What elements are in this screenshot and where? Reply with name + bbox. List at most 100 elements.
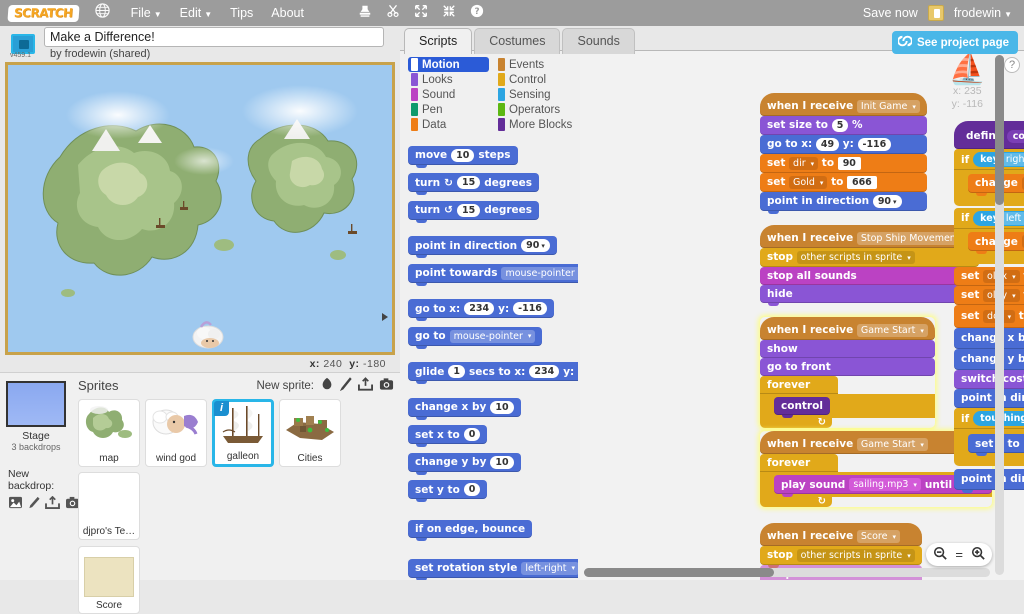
grow-icon[interactable] xyxy=(414,4,428,23)
category-sound[interactable]: Sound xyxy=(408,87,489,102)
rotation-style-dropdown[interactable]: left-right xyxy=(521,562,578,575)
message-dropdown[interactable]: Score xyxy=(857,530,900,543)
category-operators[interactable]: Operators xyxy=(495,102,576,117)
block-input[interactable]: 666 xyxy=(847,176,877,189)
block-input[interactable]: 5 xyxy=(832,119,849,132)
block-switch-costume[interactable]: switch costume to collision sphere xyxy=(954,370,1024,389)
block-if-right-arrow[interactable]: if key right arrow pressed? then change … xyxy=(954,149,1024,206)
upload-icon[interactable] xyxy=(358,377,373,394)
block-go-to-front[interactable]: go to front xyxy=(760,358,935,376)
block-input-y[interactable]: -116 xyxy=(513,302,547,315)
palette-block-change-y[interactable]: change y by 10 xyxy=(408,453,521,472)
project-thumbnail[interactable]: v459.1 xyxy=(8,30,38,58)
block-set-dir[interactable]: set dir to 90 xyxy=(760,154,927,173)
category-more-blocks[interactable]: More Blocks xyxy=(495,117,576,132)
scissors-icon[interactable] xyxy=(386,4,400,23)
block-stop[interactable]: stop other scripts in sprite xyxy=(760,546,922,565)
block-forever[interactable]: forever control ↻ xyxy=(760,376,935,428)
script-stop-ship-movement[interactable]: when I receive Stop Ship Movement stop o… xyxy=(760,225,979,303)
scripts-canvas[interactable]: ⛵ x: 235 y: -116 ? when I receive Init G… xyxy=(580,51,1024,580)
key-dropdown[interactable]: right arrow xyxy=(1002,153,1024,166)
see-project-page-button[interactable]: See project page xyxy=(892,31,1018,54)
block-point-in-direction[interactable]: point in direction 90 xyxy=(760,192,927,211)
category-control[interactable]: Control xyxy=(495,72,576,87)
palette-block-point-towards[interactable]: point towards mouse-pointer xyxy=(408,264,578,283)
username-menu[interactable]: frodewin▼ xyxy=(954,6,1012,20)
canvas-horizontal-scrollbar[interactable] xyxy=(584,568,990,577)
block-input-y[interactable]: -116 xyxy=(858,138,892,151)
project-title-input[interactable] xyxy=(44,27,384,47)
palette-block-set-rotation-style[interactable]: set rotation style left-right xyxy=(408,559,578,578)
palette-block-point-direction[interactable]: point in direction 90 xyxy=(408,236,557,255)
stamp-icon[interactable] xyxy=(358,4,372,23)
sprite-cell-galleon[interactable]: i galleon xyxy=(212,399,274,467)
block-set-dot[interactable]: set dot to windx * sin of dir + xyxy=(954,305,1024,328)
block-input[interactable]: 90 xyxy=(838,157,861,170)
palette-block-set-x[interactable]: set x to 0 xyxy=(408,425,487,444)
stop-target-dropdown[interactable]: other scripts in sprite xyxy=(797,251,915,264)
menu-about[interactable]: About xyxy=(262,2,313,24)
zoom-in-icon[interactable] xyxy=(971,546,985,563)
menu-file[interactable]: File▼ xyxy=(122,2,171,24)
block-input[interactable]: 15 xyxy=(457,204,480,217)
globe-icon[interactable] xyxy=(95,3,110,23)
palette-block-turn-ccw[interactable]: turn ↺ 15 degrees xyxy=(408,201,539,220)
category-looks[interactable]: Looks xyxy=(408,72,489,87)
category-data[interactable]: Data xyxy=(408,117,489,132)
palette-block-if-on-edge-bounce[interactable]: if on edge, bounce xyxy=(408,520,532,538)
help-icon[interactable]: ? xyxy=(470,4,484,23)
target-dropdown[interactable]: mouse-pointer xyxy=(501,267,578,280)
variable-dropdown[interactable]: Gold xyxy=(789,176,827,189)
sound-dropdown[interactable]: sailing.mp3 xyxy=(849,478,921,491)
backdrop-cell-score[interactable]: Score xyxy=(78,546,140,614)
camera-icon[interactable] xyxy=(379,377,394,394)
block-input-secs[interactable]: 1 xyxy=(448,365,465,378)
paint-icon[interactable] xyxy=(340,377,352,394)
block-point-in-direction[interactable]: point in direction 90 xyxy=(954,389,1024,408)
block-when-i-receive[interactable]: when I receive Stop Ship Movement xyxy=(760,225,979,248)
block-input[interactable]: 15 xyxy=(457,176,480,189)
shrink-icon[interactable] xyxy=(442,4,456,23)
tab-costumes[interactable]: Costumes xyxy=(474,28,560,54)
block-input[interactable]: 0 xyxy=(464,428,481,441)
script-init-game[interactable]: when I receive Init Game set size to 5 %… xyxy=(760,93,927,211)
block-set-gold[interactable]: set Gold to 666 xyxy=(760,173,927,192)
canvas-vertical-scrollbar[interactable] xyxy=(995,55,1004,575)
sprite-cell-cities[interactable]: Cities xyxy=(279,399,341,467)
category-motion[interactable]: Motion xyxy=(408,57,489,72)
tab-scripts[interactable]: Scripts xyxy=(404,28,472,54)
scratch-logo[interactable]: SCRATCH xyxy=(7,5,79,22)
stop-target-dropdown[interactable]: other scripts in sprite xyxy=(797,549,915,562)
choose-backdrop-icon[interactable] xyxy=(8,496,23,514)
surprise-icon[interactable] xyxy=(320,377,334,394)
block-input-x[interactable]: 49 xyxy=(816,138,839,151)
direction-dropdown[interactable]: 90 xyxy=(873,195,902,208)
block-set-oldx[interactable]: set oldx to x position xyxy=(954,267,1024,286)
palette-block-turn-cw[interactable]: turn ↻ 15 degrees xyxy=(408,173,539,192)
paint-icon[interactable] xyxy=(28,496,40,514)
block-go-to-xy[interactable]: go to x: 49 y: -116 xyxy=(760,135,927,154)
block-point-in-direction-final[interactable]: point in direction 90 + dir - round dir xyxy=(954,469,1024,490)
script-define-control[interactable]: define control if key right arrow presse… xyxy=(954,121,1024,490)
block-if-touching-map[interactable]: if touching map ? then set x to oldx set… xyxy=(954,408,1024,466)
variable-dropdown[interactable]: dir xyxy=(789,157,818,170)
block-input[interactable]: 10 xyxy=(451,149,474,162)
palette-block-goto-target[interactable]: go to mouse-pointer xyxy=(408,327,542,346)
block-if-left-arrow[interactable]: if key left arrow pressed? then change d… xyxy=(954,208,1024,265)
direction-dropdown[interactable]: 90 xyxy=(521,239,550,252)
stage-thumbnail[interactable] xyxy=(6,381,66,427)
block-input[interactable]: 10 xyxy=(490,456,513,469)
sprite-cell-wind-god[interactable]: wind god xyxy=(145,399,207,467)
block-stop-all-sounds[interactable]: stop all sounds xyxy=(760,267,979,285)
block-when-i-receive[interactable]: when I receive Init Game xyxy=(760,93,927,116)
category-events[interactable]: Events xyxy=(495,57,576,72)
sprite-cell-map[interactable]: map xyxy=(78,399,140,467)
block-custom-control[interactable]: control xyxy=(774,397,830,415)
palette-block-change-x[interactable]: change x by 10 xyxy=(408,398,521,417)
save-now-button[interactable]: Save now xyxy=(863,6,918,20)
zoom-reset-button[interactable]: = xyxy=(955,547,963,562)
script-game-start-control[interactable]: when I receive Game Start show go to fro… xyxy=(760,317,935,428)
block-set-size[interactable]: set size to 5 % xyxy=(760,116,927,135)
category-pen[interactable]: Pen xyxy=(408,102,489,117)
avatar[interactable] xyxy=(928,5,944,21)
